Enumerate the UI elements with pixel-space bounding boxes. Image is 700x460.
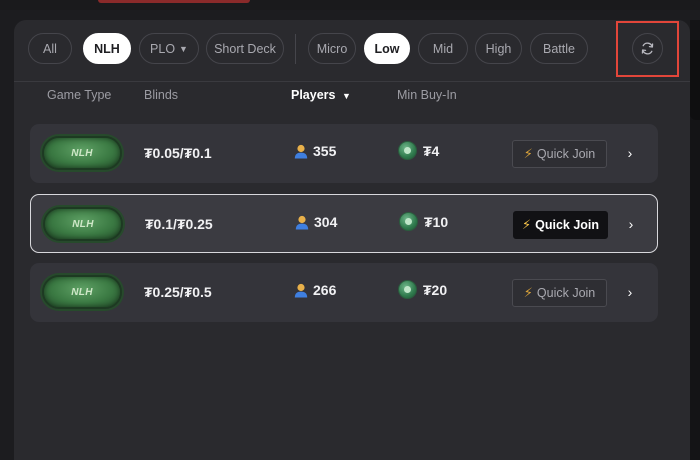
- top-strip: [0, 0, 700, 10]
- filter-chip-short-deck[interactable]: Short Deck: [206, 33, 284, 64]
- filter-chip-battle[interactable]: Battle: [530, 33, 588, 64]
- row-min-buyin: ₮4: [398, 141, 439, 160]
- quick-join-label: Quick Join: [536, 147, 596, 161]
- chip-label: Low: [374, 41, 400, 56]
- row-players: 355: [294, 143, 336, 159]
- filter-chip-nlh[interactable]: NLH: [83, 33, 131, 64]
- quick-join-button[interactable]: ⚡ Quick Join: [513, 211, 608, 239]
- filter-bar: All NLH PLO ▼ Short Deck Micro Low Mid H…: [14, 20, 690, 80]
- column-header-blinds[interactable]: Blinds: [144, 88, 178, 102]
- user-icon: [295, 215, 309, 229]
- column-header-game-type: Game Type: [47, 88, 112, 102]
- active-tab-indicator: [98, 0, 250, 3]
- badge-label: NLH: [71, 147, 93, 159]
- badge-label: NLH: [71, 286, 93, 298]
- lightning-icon: ⚡: [523, 285, 533, 300]
- chip-label: Micro: [316, 41, 348, 56]
- user-icon: [294, 283, 308, 297]
- chip-label: Mid: [432, 41, 454, 56]
- table-column-headers: Game Type Blinds Players ▼ Min Buy-In: [14, 82, 690, 112]
- poker-chip-icon: [398, 141, 417, 160]
- player-count: 266: [313, 282, 337, 298]
- min-buyin-value: ₮20: [423, 281, 448, 298]
- column-header-players-label: Players: [291, 88, 336, 102]
- player-count: 355: [313, 143, 337, 159]
- user-icon: [294, 144, 308, 158]
- row-min-buyin: ₮20: [398, 280, 447, 299]
- filter-chip-plo[interactable]: PLO ▼: [139, 33, 199, 64]
- min-buyin-value: ₮4: [423, 142, 440, 159]
- game-lobby-panel: All NLH PLO ▼ Short Deck Micro Low Mid H…: [14, 20, 690, 460]
- table-row[interactable]: NLH ₮0.05/₮0.1 355 ₮4 ⚡ Quick Join ›: [30, 124, 658, 183]
- table-row[interactable]: NLH ₮0.1/₮0.25 304 ₮10 ⚡ Quick Join ›: [30, 194, 658, 253]
- min-buyin-value: ₮10: [424, 213, 449, 230]
- poker-chip-icon: [399, 212, 418, 231]
- quick-join-button[interactable]: ⚡ Quick Join: [512, 279, 607, 307]
- right-edge-notch: [690, 40, 700, 120]
- row-blinds: ₮0.1/₮0.25: [145, 216, 213, 232]
- nlh-table-badge: NLH: [42, 275, 122, 309]
- chevron-right-icon[interactable]: ›: [622, 142, 638, 164]
- chip-label: High: [485, 41, 512, 56]
- right-edge-panel: [690, 20, 700, 460]
- nlh-table-badge: NLH: [42, 136, 122, 170]
- column-header-min-buyin[interactable]: Min Buy-In: [397, 88, 457, 102]
- filter-chip-high[interactable]: High: [475, 33, 522, 64]
- chip-label: PLO: [150, 41, 176, 56]
- column-header-players[interactable]: Players ▼: [291, 88, 351, 102]
- chevron-down-icon: ▼: [179, 43, 188, 54]
- player-count: 304: [314, 214, 338, 230]
- chip-label: Battle: [543, 41, 575, 56]
- sort-descending-icon: ▼: [341, 91, 351, 101]
- lightning-icon: ⚡: [523, 146, 533, 161]
- filter-chip-all[interactable]: All: [28, 33, 72, 64]
- chip-label: All: [43, 41, 57, 56]
- row-players: 304: [295, 214, 337, 230]
- badge-label: NLH: [72, 218, 94, 230]
- nlh-table-badge: NLH: [43, 207, 123, 241]
- filter-divider: [295, 34, 296, 64]
- filter-chip-low[interactable]: Low: [364, 33, 410, 64]
- poker-chip-icon: [398, 280, 417, 299]
- refresh-icon: [641, 42, 654, 55]
- filter-chip-mid[interactable]: Mid: [418, 33, 468, 64]
- chip-label: Short Deck: [214, 41, 276, 56]
- row-blinds: ₮0.25/₮0.5: [144, 284, 212, 300]
- chevron-right-icon[interactable]: ›: [622, 281, 638, 303]
- chip-label: NLH: [94, 41, 120, 56]
- row-blinds: ₮0.05/₮0.1: [144, 145, 212, 161]
- row-players: 266: [294, 282, 336, 298]
- filter-chip-micro[interactable]: Micro: [308, 33, 356, 64]
- quick-join-label: Quick Join: [536, 286, 596, 300]
- lightning-icon: ⚡: [521, 217, 532, 232]
- quick-join-label: Quick Join: [535, 218, 600, 232]
- quick-join-button[interactable]: ⚡ Quick Join: [512, 140, 607, 168]
- table-row[interactable]: NLH ₮0.25/₮0.5 266 ₮20 ⚡ Quick Join ›: [30, 263, 658, 322]
- row-min-buyin: ₮10: [399, 212, 448, 231]
- chevron-right-icon[interactable]: ›: [623, 213, 639, 235]
- refresh-button[interactable]: [632, 33, 663, 64]
